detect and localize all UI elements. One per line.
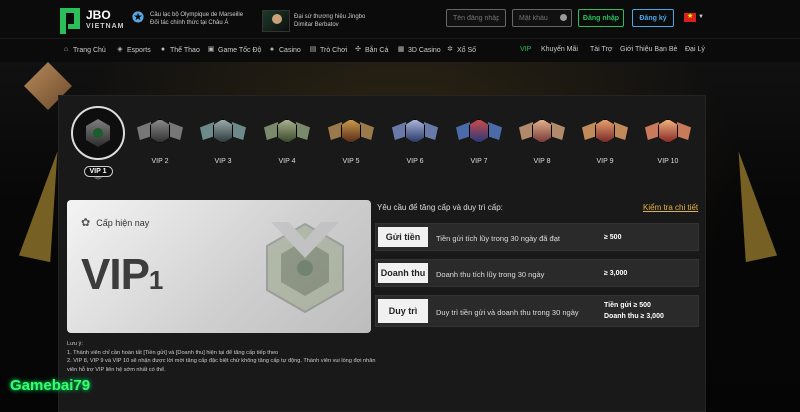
username-input[interactable]	[446, 9, 506, 27]
vip-tier-7[interactable]: VIP 7	[456, 114, 502, 165]
logo[interactable]: JBO VIETNAM	[60, 8, 125, 34]
vip5-medal-icon	[341, 119, 361, 143]
nav-agent[interactable]: Đại Lý	[685, 46, 705, 53]
vip-panel: VIP 1 ︾ VIP 2 VIP 3 VIP 4 VIP 5 VIP 6 VI…	[58, 95, 706, 412]
vip7-medal-icon	[469, 119, 489, 143]
nav-casino[interactable]: ♠ Casino	[268, 46, 301, 54]
cube-icon: ▦	[397, 46, 405, 53]
requirement-desc: Doanh thu tích lũy trong 30 ngày	[436, 270, 545, 279]
slot-icon: ▤	[309, 46, 317, 53]
vietnam-flag-icon[interactable]	[684, 12, 696, 22]
check-details-link[interactable]: Kiểm tra chi tiết	[643, 203, 698, 212]
chevron-down-icon: ︾	[94, 176, 102, 185]
header: JBO VIETNAM ✪ Câu lạc bộ Olympique de Ma…	[0, 0, 800, 38]
requirement-label: Doanh thu	[378, 263, 428, 283]
eye-icon[interactable]	[560, 14, 567, 21]
vip-tier-8[interactable]: VIP 8	[519, 114, 565, 165]
home-icon: ⌂	[63, 46, 69, 53]
vip2-medal-icon	[150, 119, 170, 143]
nav-lottery[interactable]: ✲ Xổ Số	[446, 46, 476, 54]
main-nav: ⌂ Trang Chủ ◈ Esports ● Thể Thao ▣ Game Tốc …	[0, 38, 800, 62]
notes-line-2: 2. VIP 8, VIP 9 và VIP 10 sẽ nhận được l…	[67, 358, 376, 373]
vip9-medal-icon	[595, 119, 615, 143]
watermark: Gamebai79	[10, 377, 91, 394]
flash-icon: ▣	[207, 46, 215, 53]
requirement-value: ≥ 3,000	[604, 270, 628, 277]
requirements-title: Yêu cầu để tăng cấp và duy trì cấp:	[377, 203, 503, 212]
lottery-icon: ✲	[447, 46, 453, 53]
ambassador-line2: Dimitar Berbatov	[294, 22, 339, 28]
current-level-card: ✿ Cấp hiện nay VIP1	[67, 200, 371, 333]
requirement-value-turnover: Doanh thu ≥ 3,000	[604, 313, 664, 320]
nav-vip[interactable]: VIP	[520, 46, 531, 53]
partner-line1: Câu lạc bộ Olympique de Marseille	[150, 12, 244, 18]
nav-home[interactable]: ⌂ Trang Chủ	[62, 46, 106, 54]
brand-name: JBO	[86, 8, 111, 22]
gamepad-icon: ◈	[117, 46, 123, 53]
vip1-medal-icon	[86, 119, 110, 147]
vip-emblem-icon	[266, 222, 344, 314]
notes-title: Lưu ý:	[67, 341, 83, 347]
vip8-medal-icon	[532, 119, 552, 143]
notes: Lưu ý: 1. Thành viên chỉ cần hoàn tất [T…	[67, 340, 377, 374]
nav-fishing[interactable]: ✣ Bắn Cá	[354, 46, 388, 54]
notes-line-1: 1. Thành viên chỉ cần hoàn tất [Tiền gửi…	[67, 349, 279, 356]
register-button[interactable]: Đăng ký	[632, 9, 674, 27]
requirement-desc: Tiền gửi tích lũy trong 30 ngày đã đạt	[436, 234, 560, 243]
vip-tier-9[interactable]: VIP 9	[582, 114, 628, 165]
vip-tier-2[interactable]: VIP 2	[137, 114, 183, 165]
vip-tier-3[interactable]: VIP 3	[200, 114, 246, 165]
vip4-medal-icon	[277, 119, 297, 143]
partner-line2: Đối tác chính thức tại Châu Á	[150, 20, 229, 26]
jbo-logo-icon	[60, 8, 82, 34]
ambassador-badge: Đại sứ thương hiệu Jingbo Dimitar Berbat…	[262, 10, 374, 32]
om-crest-icon: ✪	[132, 9, 144, 25]
requirement-maintain: Duy trì Duy trì tiền gửi và doanh thu tr…	[375, 295, 699, 327]
vip-tier-4[interactable]: VIP 4	[264, 114, 310, 165]
current-level-value: VIP1	[81, 250, 164, 299]
ambassador-photo	[262, 10, 290, 32]
nav-referral[interactable]: Giới Thiệu Bạn Bè	[620, 46, 677, 53]
requirement-desc: Duy trì tiền gửi và doanh thu trong 30 n…	[436, 308, 579, 317]
login-button[interactable]: Đăng nhập	[578, 9, 624, 27]
partner-badge: ✪ Câu lạc bộ Olympique de Marseille Đối …	[130, 9, 260, 29]
nav-sports[interactable]: ● Thể Thao	[159, 46, 200, 54]
vip10-medal-icon	[658, 119, 678, 143]
nav-speed-game[interactable]: ▣ Game Tốc Độ	[207, 46, 262, 54]
requirement-label: Duy trì	[378, 299, 428, 323]
nav-sponsorship[interactable]: Tài Trợ	[590, 46, 612, 53]
current-level-heading: Cấp hiện nay	[96, 217, 150, 228]
cards-icon: ♠	[270, 46, 274, 53]
ambassador-line1: Đại sứ thương hiệu Jingbo	[294, 14, 366, 20]
brand-sub: VIETNAM	[86, 23, 125, 30]
requirement-value: ≥ 500	[604, 234, 622, 241]
nav-games[interactable]: ▤ Trò Chơi	[309, 46, 348, 54]
vip-tier-6[interactable]: VIP 6	[392, 114, 438, 165]
vip-tier-track: VIP 1 ︾ VIP 2 VIP 3 VIP 4 VIP 5 VIP 6 VI…	[59, 104, 707, 185]
vip-tier-10[interactable]: VIP 10	[645, 114, 691, 165]
nav-esports[interactable]: ◈ Esports	[116, 46, 150, 54]
chevron-down-icon[interactable]: ▼	[698, 14, 704, 20]
fish-icon: ✣	[355, 46, 361, 53]
requirement-turnover: Doanh thu Doanh thu tích lũy trong 30 ng…	[375, 259, 699, 287]
requirement-deposit: Gửi tiền Tiền gửi tích lũy trong 30 ngày…	[375, 223, 699, 251]
vip3-medal-icon	[213, 119, 233, 143]
ball-icon: ●	[160, 46, 166, 53]
vip-tier-5[interactable]: VIP 5	[328, 114, 374, 165]
vip-tier-current[interactable]: VIP 1 ︾	[67, 106, 129, 185]
requirement-label: Gửi tiền	[378, 227, 428, 247]
requirement-value-deposit: Tiền gửi ≥ 500	[604, 302, 651, 309]
badge-icon: ✿	[81, 217, 91, 229]
nav-3d-casino[interactable]: ▦ 3D Casino	[397, 46, 441, 54]
vip6-medal-icon	[405, 119, 425, 143]
nav-promotions[interactable]: Khuyến Mãi	[541, 46, 578, 53]
